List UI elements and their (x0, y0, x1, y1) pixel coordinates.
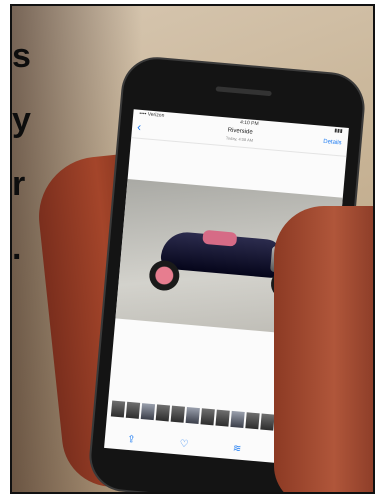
right-hand (274, 206, 373, 492)
heart-icon[interactable]: ♡ (179, 438, 189, 450)
photo-thumbnail[interactable] (155, 404, 171, 422)
battery-icon: ▮▮▮ (334, 127, 343, 135)
photo-thumbnail[interactable] (260, 413, 275, 431)
photo-thumbnail[interactable] (200, 408, 215, 426)
edit-icon[interactable]: ≋ (232, 443, 241, 455)
photo-thumbnail[interactable] (215, 409, 230, 427)
photo-thumbnail[interactable] (185, 406, 200, 425)
background-glyph: s (12, 37, 31, 75)
photo-thumbnail[interactable] (110, 400, 126, 418)
photo-thumbnail[interactable] (245, 412, 260, 430)
background-glyph: r (12, 165, 26, 203)
share-icon[interactable]: ⇪ (127, 433, 136, 445)
photo-thumbnail[interactable] (170, 405, 185, 423)
photo-thumbnail[interactable] (230, 410, 245, 428)
photo-frame: s y r . •••• Verizon 4:10 PM ▮▮▮ ‹ River… (10, 4, 375, 494)
phone-speaker (215, 86, 272, 97)
background-text: s y r . (12, 24, 42, 284)
photo-thumbnail[interactable] (140, 403, 156, 421)
background-glyph: y (12, 101, 31, 139)
photo-thumbnail[interactable] (125, 401, 141, 419)
background-glyph: . (12, 229, 22, 267)
car-seat (202, 229, 238, 247)
